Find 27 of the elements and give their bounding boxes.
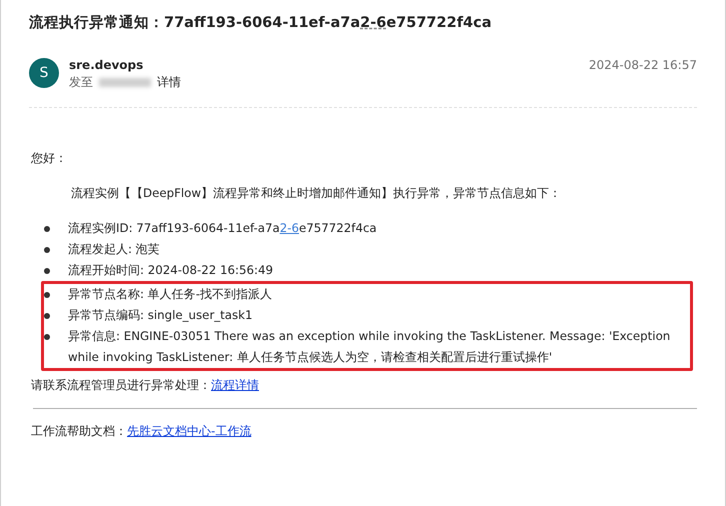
redaction-mark — [99, 78, 151, 87]
bullet-icon — [44, 226, 50, 232]
recipient-label: 发至 — [69, 74, 93, 91]
help-text: 工作流帮助文档：先胜云文档中心-工作流 — [31, 423, 252, 440]
phone-link[interactable]: 2-6 — [280, 221, 299, 235]
email-subject: 流程执行异常通知：77aff193-6064-11ef-a7a2-6e757722f4ca — [29, 14, 492, 33]
sender-avatar: S — [29, 58, 59, 88]
list-item-text: 流程实例ID: 77aff193-6064-11ef-a7a2-6e757722f4ca — [68, 220, 377, 237]
list-item-text: 流程开始时间: 2024-08-22 16:56:49 — [68, 262, 274, 279]
list-item-text: 流程发起人: 泡芙 — [68, 241, 160, 258]
greeting-text: 您好： — [31, 150, 68, 167]
bullet-icon — [44, 313, 50, 319]
email-date: 2024-08-22 16:57 — [588, 58, 697, 72]
contact-text: 请联系流程管理员进行异常处理：流程详情 — [31, 377, 260, 394]
details-link[interactable]: 详情 — [157, 74, 181, 91]
bullet-icon — [44, 334, 50, 340]
phone-link[interactable]: 2-6 — [360, 15, 386, 31]
bullet-icon — [44, 247, 50, 253]
intro-text: 流程实例【【DeepFlow】流程异常和终止时增加邮件通知】执行异常，异常节点信息如下： — [71, 185, 562, 202]
bullet-icon — [44, 268, 50, 274]
process-details-link[interactable]: 流程详情 — [211, 378, 259, 392]
list-item-text: 异常信息: ENGINE-03051 There was an exception while invoking the TaskListener. Message: 'Exception while invoking TaskListener: 单人任务节点候选人为空，请检查相关配置后进行重试操作' — [68, 328, 672, 366]
sender-name: sre.devops — [69, 58, 144, 72]
list-item-text: 异常节点名称: 单人任务-找不到指派人 — [68, 286, 272, 303]
bullet-icon — [44, 292, 50, 298]
help-docs-link[interactable]: 先胜云文档中心-工作流 — [127, 424, 252, 438]
list-item-text: 异常节点编码: single_user_task1 — [68, 307, 253, 324]
